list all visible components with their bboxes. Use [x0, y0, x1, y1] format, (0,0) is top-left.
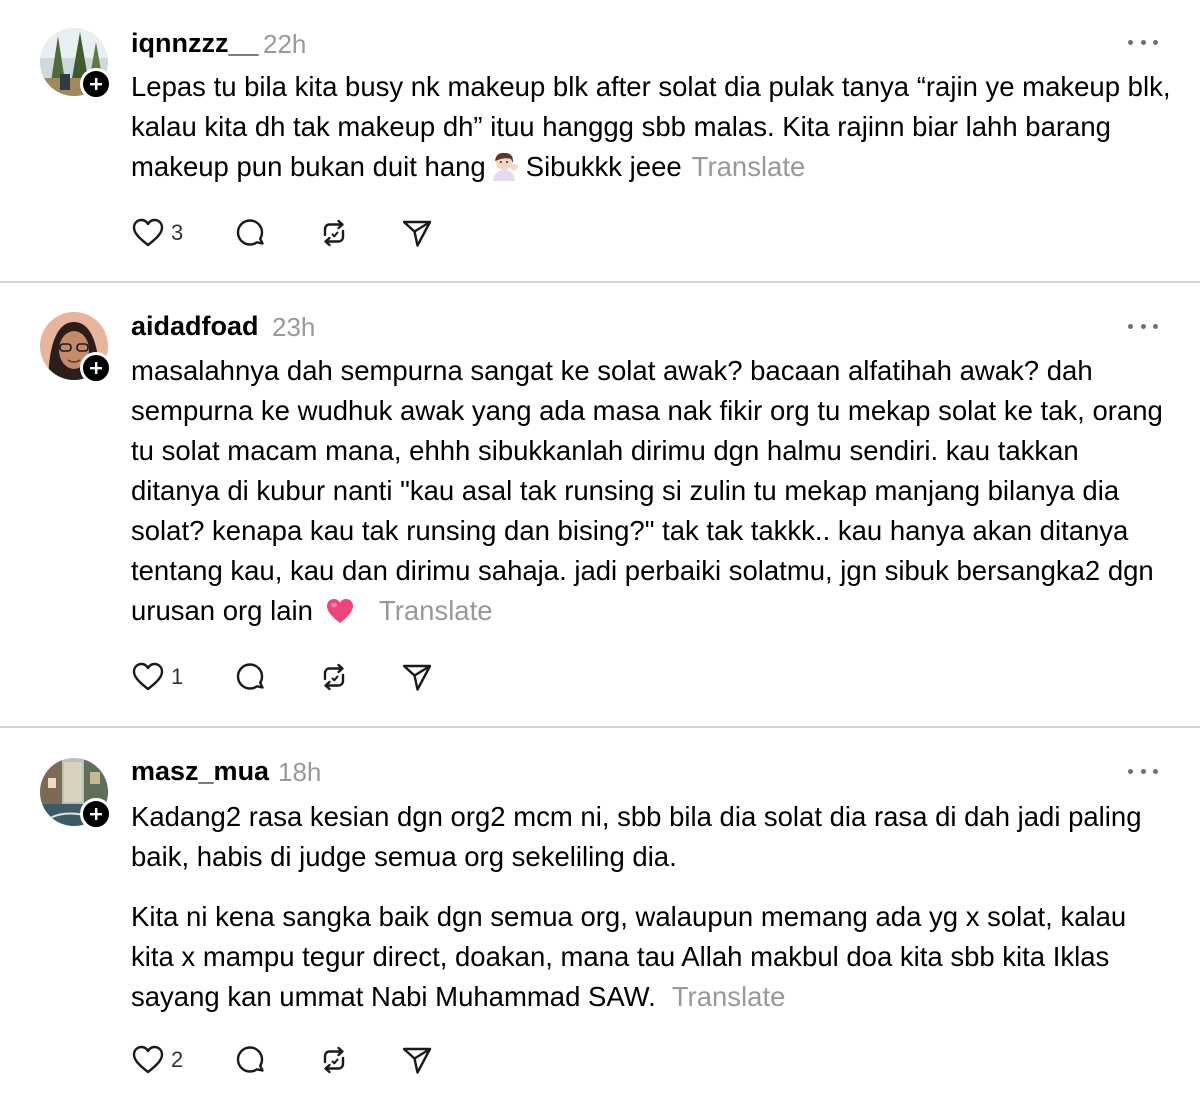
post-body: Lepas tu bila kita busy nk makeup blk af… [131, 67, 1171, 192]
post-time[interactable]: 18h [278, 757, 321, 787]
more-options-icon[interactable] [1128, 320, 1158, 332]
like-count: 3 [171, 220, 184, 245]
post-body: Kadang2 rasa kesian dgn org2 mcm ni, sbb… [131, 797, 1171, 1017]
more-options-icon[interactable] [1128, 765, 1158, 777]
share-button[interactable] [400, 660, 434, 694]
reply-button[interactable] [233, 660, 267, 694]
reply-button[interactable] [233, 1043, 267, 1077]
plus-icon [90, 808, 102, 820]
post-text: masalahnya dah sempurna sangat ke solat … [131, 355, 1163, 626]
follow-button[interactable] [80, 68, 112, 100]
translate-link[interactable]: Translate [692, 151, 806, 182]
send-icon [402, 220, 432, 247]
follow-button[interactable] [80, 798, 112, 830]
share-button[interactable] [400, 216, 434, 250]
username[interactable]: masz_mua [131, 756, 269, 786]
heart-icon [132, 218, 164, 247]
follow-button[interactable] [80, 352, 112, 384]
like-button[interactable]: 3 [131, 216, 183, 250]
post-time[interactable]: 22h [263, 29, 306, 59]
repost-icon [323, 219, 345, 247]
comment-bubble-icon [236, 219, 264, 246]
like-button[interactable]: 2 [131, 1043, 183, 1077]
plus-icon [90, 78, 102, 90]
username[interactable]: iqnnzzz__ [131, 28, 259, 58]
thread-post-2: aidadfoad 23h masalahnya dah sempurna sa… [0, 283, 1200, 726]
heart-icon [132, 662, 164, 691]
repost-icon [323, 663, 345, 691]
share-button[interactable] [400, 1043, 434, 1077]
repost-button[interactable] [317, 216, 351, 250]
post-time[interactable]: 23h [272, 312, 315, 342]
plus-icon [90, 362, 102, 374]
more-options-icon[interactable] [1128, 36, 1158, 48]
translate-link[interactable]: Translate [672, 981, 786, 1012]
post-text-continued: Sibukkk jeee [525, 151, 682, 182]
reply-button[interactable] [233, 216, 267, 250]
comment-bubble-icon [236, 663, 264, 690]
post-body: masalahnya dah sempurna sangat ke solat … [131, 351, 1171, 636]
repost-icon [323, 1046, 345, 1074]
thread-post-3: masz_mua 18h Kadang2 rasa kesian dgn org… [0, 728, 1200, 1104]
translate-link[interactable]: Translate [379, 595, 493, 626]
post-text: Kita ni kena sangka baik dgn semua org, … [131, 901, 1127, 1012]
heart-icon [132, 1045, 164, 1074]
repost-button[interactable] [317, 660, 351, 694]
repost-button[interactable] [317, 1043, 351, 1077]
woman-tipping-hand-emoji [490, 151, 520, 192]
send-icon [402, 1047, 432, 1074]
post-text: Kadang2 rasa kesian dgn org2 mcm ni, sbb… [131, 801, 1142, 872]
send-icon [402, 664, 432, 691]
thread-post-1: iqnnzzz__ 22h Lepas tu bila kita busy nk… [0, 0, 1200, 282]
comment-bubble-icon [236, 1046, 264, 1073]
like-button[interactable]: 1 [131, 660, 183, 694]
pink-heart-emoji [325, 596, 355, 636]
username[interactable]: aidadfoad [131, 311, 259, 341]
like-count: 2 [171, 1047, 184, 1072]
like-count: 1 [171, 664, 184, 689]
